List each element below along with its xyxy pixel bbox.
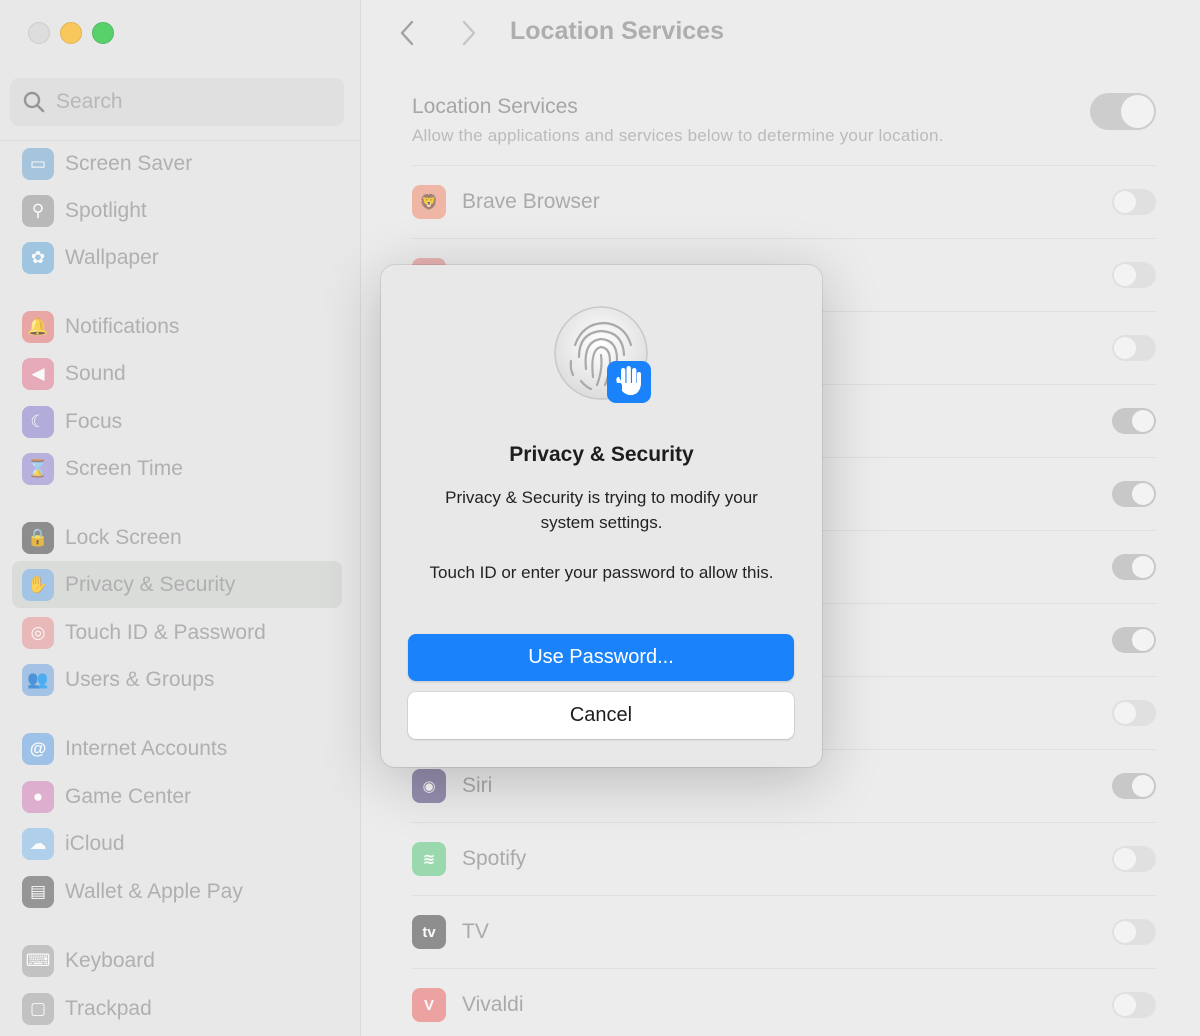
authorization-dialog: Privacy & Security Privacy & Security is…: [381, 265, 822, 767]
dialog-prompt: Touch ID or enter your password to allow…: [429, 563, 774, 582]
dialog-message: Privacy & Security is trying to modify y…: [445, 488, 758, 532]
cancel-button[interactable]: Cancel: [408, 692, 794, 739]
dialog-title: Privacy & Security: [509, 443, 694, 466]
touch-id-privacy-icon: [554, 306, 651, 403]
use-password-button[interactable]: Use Password...: [408, 634, 794, 681]
